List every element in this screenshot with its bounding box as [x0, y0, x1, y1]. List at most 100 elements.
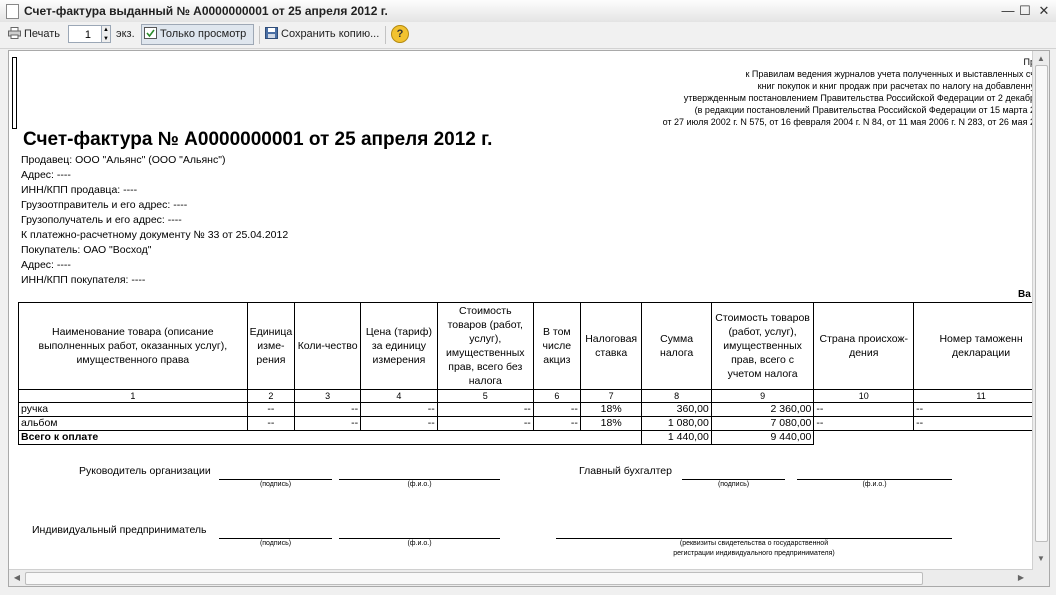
- consignee-line: Грузополучатель и его адрес: ----: [21, 214, 182, 226]
- signature-caption: (подпись): [717, 481, 750, 488]
- entrepreneur-name-line: [339, 538, 500, 539]
- seller-line: Продавец: ООО "Альянс" (ООО "Альянс"): [21, 154, 226, 166]
- table-header-cell: Коли-чество: [294, 302, 362, 390]
- copies-suffix: экз.: [116, 28, 135, 40]
- empty-cell: [914, 431, 1049, 445]
- excise-cell[interactable]: --: [532, 416, 581, 431]
- buyer-line: Покупатель: ОАО "Восход": [21, 244, 152, 256]
- head-name-line: [339, 479, 500, 480]
- quantity-cell[interactable]: --: [294, 402, 362, 417]
- signature-caption: (подпись): [259, 540, 292, 547]
- tax-amount-cell[interactable]: 360,00: [641, 402, 712, 417]
- printer-icon: [8, 27, 21, 39]
- close-icon[interactable]: ✕: [1036, 3, 1052, 19]
- column-number: 1: [18, 389, 248, 403]
- tax-rate-cell[interactable]: 18%: [579, 402, 643, 417]
- buyer-inn-line: ИНН/КПП покупателя: ----: [21, 274, 146, 286]
- tax-amount-cell[interactable]: 1 080,00: [641, 416, 712, 431]
- name-caption: (ф.и.о.): [862, 481, 887, 488]
- payment-doc-line: К платежно-расчетному документу № 33 от …: [21, 229, 289, 241]
- origin-country-cell[interactable]: --: [813, 416, 915, 431]
- column-number: 5: [436, 389, 534, 403]
- view-only-icon: [144, 27, 157, 39]
- amount-with-tax-cell[interactable]: 2 360,00: [710, 402, 815, 417]
- copies-spinner[interactable]: ▲ ▼: [102, 25, 111, 43]
- buyer-address-line: Адрес: ----: [21, 259, 71, 271]
- legal-note-line: книг покупок и книг продаж при расчетах …: [757, 81, 1035, 91]
- total-tax-cell: 1 440,00: [641, 430, 712, 445]
- column-number: 3: [294, 389, 362, 403]
- table-header-cell: Стоимость товаров (работ, услуг), имущес…: [710, 302, 815, 390]
- save-copy-button[interactable]: Сохранить копию...: [265, 25, 379, 44]
- horizontal-scroll-thumb[interactable]: [25, 572, 923, 585]
- amount-with-tax-cell[interactable]: 7 080,00: [710, 416, 815, 431]
- help-icon[interactable]: ?: [391, 25, 409, 43]
- item-name-cell[interactable]: альбом: [18, 416, 248, 431]
- window-title: Счет-фактура выданный № А0000000001 от 2…: [24, 4, 388, 18]
- scroll-left-icon[interactable]: ◀: [9, 570, 25, 586]
- table-header-cell: Страна происхож-дения: [813, 302, 915, 390]
- currency-label: Ва: [1018, 289, 1031, 300]
- unit-cell[interactable]: --: [246, 402, 296, 417]
- vertical-scrollbar[interactable]: ▲ ▼: [1032, 51, 1049, 586]
- shipper-line: Грузоотправитель и его адрес: ----: [21, 199, 188, 211]
- requisites-caption: (реквизиты свидетельства о государственн…: [679, 540, 829, 547]
- item-name-cell[interactable]: ручка: [18, 402, 248, 417]
- table-header-cell: В том числе акциз: [532, 302, 581, 390]
- page-break-marker: [12, 57, 17, 129]
- price-cell[interactable]: --: [360, 402, 438, 417]
- seller-inn-line: ИНН/КПП продавца: ----: [21, 184, 138, 196]
- column-number-row: 1 2 3 4 5 6 7 8 9 10 11: [18, 389, 1049, 403]
- price-cell[interactable]: --: [360, 416, 438, 431]
- minimize-icon[interactable]: —: [1000, 3, 1016, 19]
- print-button[interactable]: Печать: [8, 25, 60, 44]
- table-header-cell: Стоимость товаров (работ, услуг), имущес…: [436, 302, 534, 390]
- requisites-caption: регистрации индивидуального предпринимат…: [673, 550, 835, 557]
- table-header-cell: Номер таможенн декларации: [913, 302, 1049, 390]
- table-row[interactable]: ручка -- -- -- -- -- 18% 360,00 2 360,00…: [18, 402, 1049, 417]
- table-header-row: Наименование товара (описание выполненны…: [18, 302, 1049, 390]
- excise-cell[interactable]: --: [532, 402, 581, 417]
- quantity-cell[interactable]: --: [294, 416, 362, 431]
- vertical-scroll-thumb[interactable]: [1035, 65, 1048, 542]
- amount-without-tax-cell[interactable]: --: [436, 416, 534, 431]
- column-number: 8: [641, 389, 712, 403]
- legal-note-line: утвержденным постановлением Правительств…: [683, 93, 1035, 103]
- view-only-toggle[interactable]: Только просмотр: [144, 25, 246, 44]
- amount-without-tax-cell[interactable]: --: [436, 402, 534, 417]
- seller-address-line: Адрес: ----: [21, 169, 71, 181]
- spreadsheet-document[interactable]: Пр к Правилам ведения журналов учета пол…: [8, 50, 1050, 587]
- scroll-down-icon[interactable]: ▼: [1033, 551, 1049, 567]
- invoice-title: Счет-фактура № А0000000001 от 25 апреля …: [23, 129, 493, 150]
- table-row[interactable]: альбом -- -- -- -- -- 18% 1 080,00 7 080…: [18, 416, 1049, 431]
- accountant-signature-label: Главный бухгалтер: [579, 465, 672, 477]
- tax-rate-cell[interactable]: 18%: [579, 416, 643, 431]
- column-number: 7: [579, 389, 643, 403]
- column-number: 11: [913, 389, 1049, 403]
- toolbar-separator: [259, 26, 260, 44]
- table-header-cell: Наименование товара (описание выполненны…: [18, 302, 248, 390]
- spin-up-icon[interactable]: ▲: [102, 26, 110, 35]
- entrepreneur-signature-line: [219, 538, 332, 539]
- unit-cell[interactable]: --: [246, 416, 296, 431]
- signature-caption: (подпись): [259, 481, 292, 488]
- origin-country-cell[interactable]: --: [813, 402, 915, 417]
- maximize-icon[interactable]: ☐: [1017, 3, 1033, 19]
- column-number: 2: [246, 389, 296, 403]
- legal-note-line: от 27 июля 2002 г. N 575, от 16 февраля …: [662, 117, 1035, 127]
- empty-cell: [814, 431, 914, 445]
- save-copy-label: Сохранить копию...: [281, 28, 380, 40]
- total-row: Всего к оплате 1 440,00 9 440,00: [17, 430, 1049, 445]
- customs-declaration-cell[interactable]: --: [913, 416, 1049, 431]
- table-header-cell: Сумма налога: [641, 302, 712, 390]
- window-titlebar: Счет-фактура выданный № А0000000001 от 2…: [0, 0, 1056, 23]
- customs-declaration-cell[interactable]: --: [913, 402, 1049, 417]
- name-caption: (ф.и.о.): [407, 481, 432, 488]
- spin-down-icon[interactable]: ▼: [102, 35, 110, 44]
- entrepreneur-signature-label: Индивидуальный предприниматель: [32, 524, 207, 536]
- copies-input[interactable]: 1: [68, 25, 102, 43]
- column-number: 10: [813, 389, 915, 403]
- legal-note-line: к Правилам ведения журналов учета получе…: [745, 69, 1035, 79]
- scroll-right-icon[interactable]: ▶: [1013, 570, 1029, 586]
- horizontal-scrollbar[interactable]: ◀ ▶: [9, 569, 1033, 586]
